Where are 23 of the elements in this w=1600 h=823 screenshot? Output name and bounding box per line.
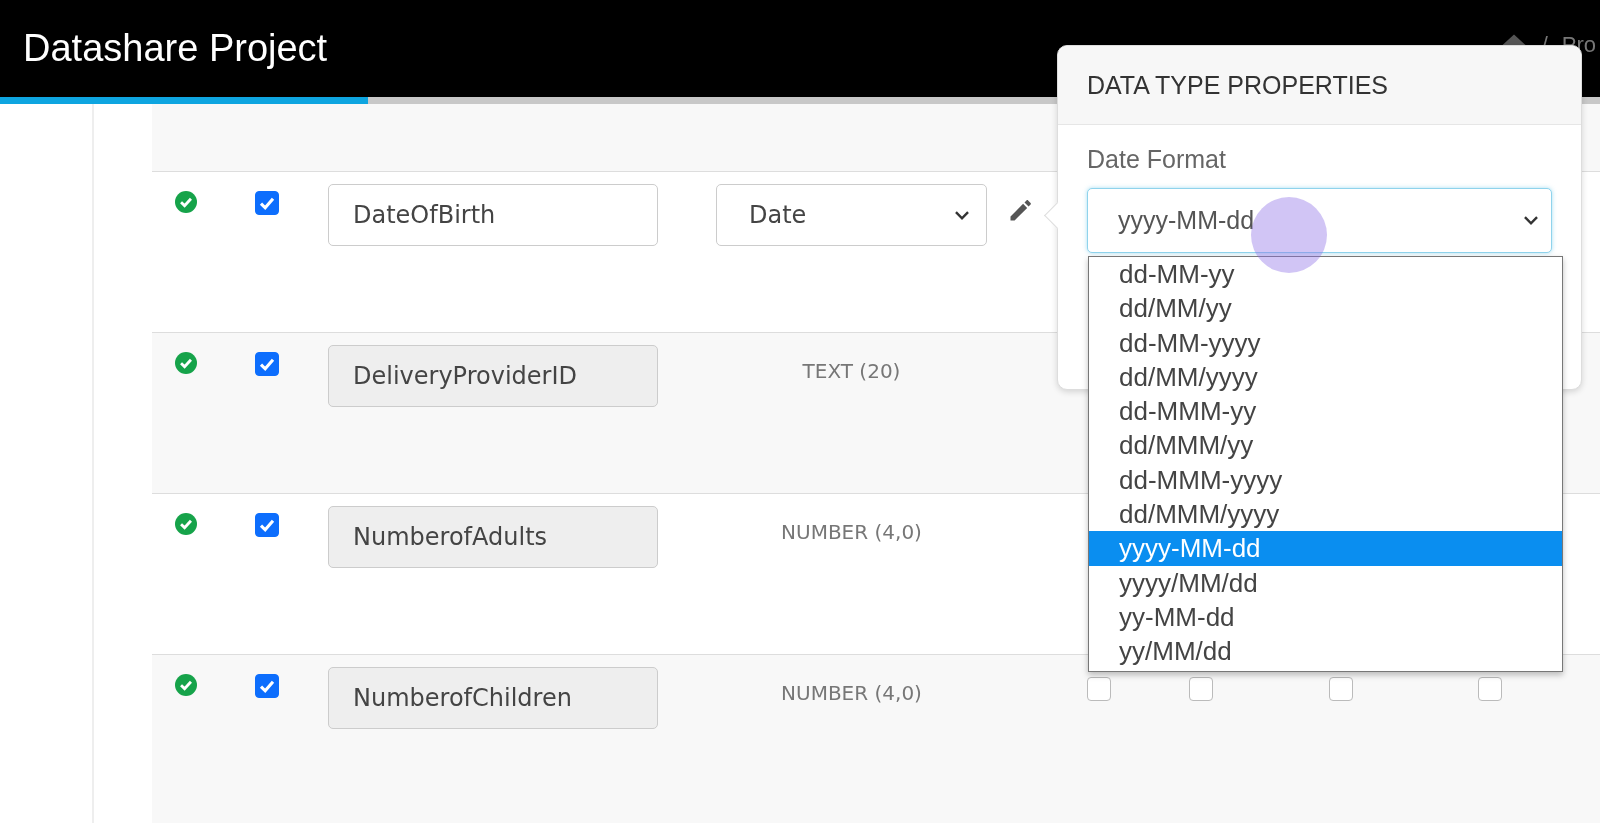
field-label: Date Format — [1087, 145, 1227, 174]
dropdown-option[interactable]: yyyy/MM/dd — [1089, 565, 1562, 600]
dropdown-option[interactable]: yy/MM/dd — [1089, 634, 1562, 669]
date-format-select[interactable]: yyyy-MM-dd — [1087, 188, 1552, 253]
data-type-label: NUMBER (4,0) — [781, 681, 922, 705]
dropdown-option[interactable]: dd/MMM/yyyy — [1089, 497, 1562, 532]
data-type-label: NUMBER (4,0) — [781, 520, 922, 544]
dropdown-option[interactable]: dd-MMM-yyyy — [1089, 462, 1562, 498]
dropdown-option[interactable]: dd/MM/yy — [1089, 291, 1562, 326]
dropdown-option[interactable]: dd/MM/yyyy — [1089, 359, 1562, 395]
chevron-down-icon — [1523, 215, 1539, 226]
dropdown-option[interactable]: dd/MMM/yy — [1089, 428, 1562, 463]
dropdown-option[interactable]: dd-MM-yy — [1089, 257, 1562, 292]
chevron-down-icon — [954, 209, 970, 221]
data-type-label: TEXT (20) — [802, 359, 901, 383]
dropdown-option[interactable]: dd-MM-yyyy — [1089, 325, 1562, 360]
dropdown-option[interactable]: dd-MMM-yy — [1089, 394, 1562, 429]
dropdown-option[interactable]: yy-MM-dd — [1089, 599, 1562, 635]
app-title: Datashare Project — [23, 27, 328, 70]
type-select[interactable]: Date — [716, 184, 987, 246]
checkbox[interactable] — [255, 191, 279, 215]
column-name-field[interactable]: DateOfBirth — [328, 184, 658, 246]
popover-title: DATA TYPE PROPERTIES — [1087, 70, 1388, 100]
